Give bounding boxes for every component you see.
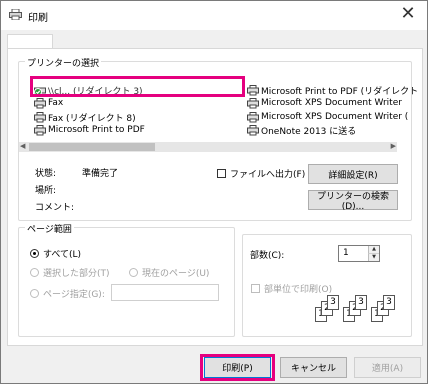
printer-group-label: プリンターの選択 xyxy=(25,56,102,69)
spin-up-icon[interactable]: ▲ xyxy=(368,246,379,254)
comment-label: コメント: xyxy=(35,203,75,213)
details-button[interactable]: 詳細設定(R) xyxy=(308,164,398,184)
collate-page: 3 xyxy=(383,295,395,310)
title-bar: 印刷 ✕ xyxy=(1,1,427,30)
printer-icon xyxy=(247,97,259,108)
printer-item[interactable]: Microsoft XPS Document Writer xyxy=(247,97,402,109)
collate-page: 3 xyxy=(355,295,367,310)
selected-printer-highlight xyxy=(30,76,245,97)
printer-item[interactable]: Fax xyxy=(34,97,63,109)
printer-name: Microsoft Print to PDF xyxy=(48,125,145,135)
print-to-file-checkbox[interactable] xyxy=(217,169,226,178)
range-pages-label[interactable]: ページ指定(G): xyxy=(43,287,105,300)
printer-item[interactable]: Microsoft Print to PDF xyxy=(34,124,145,136)
printer-icon xyxy=(34,111,46,122)
range-current-radio[interactable] xyxy=(129,268,138,277)
copies-label: 部数(C): xyxy=(250,251,285,261)
printer-name: Microsoft XPS Document Writer ( xyxy=(261,112,409,122)
location-label: 場所: xyxy=(35,186,57,196)
printer-item[interactable]: Fax (リダイレクト 8) xyxy=(34,111,136,124)
printer-icon xyxy=(247,111,259,122)
printer-name: Microsoft XPS Document Writer xyxy=(261,98,402,108)
page-range-label: ページ範囲 xyxy=(25,222,74,235)
range-current-label[interactable]: 現在のページ(U) xyxy=(142,266,209,279)
close-icon[interactable]: ✕ xyxy=(397,3,419,25)
print-to-file-label[interactable]: ファイルへ出力(F) xyxy=(230,167,305,180)
window-title: 印刷 xyxy=(28,13,48,24)
collate-label[interactable]: 部単位で印刷(O) xyxy=(264,282,332,295)
scroll-right-arrow-icon[interactable]: ▶ xyxy=(391,142,396,150)
spin-down-icon[interactable]: ▼ xyxy=(368,254,379,261)
copies-value[interactable]: 1 xyxy=(343,248,349,258)
range-all-radio[interactable] xyxy=(30,249,39,258)
range-all-label[interactable]: すべて(L) xyxy=(43,247,81,260)
status-value: 準備完了 xyxy=(82,169,119,179)
scrollbar-thumb[interactable] xyxy=(29,143,155,151)
cancel-button[interactable]: キャンセル xyxy=(280,357,347,378)
status-label: 状態: xyxy=(35,169,57,179)
printer-name: Microsoft Print to PDF (リダイレクト xyxy=(261,86,419,97)
print-button-highlight xyxy=(200,354,275,381)
collate-checkbox[interactable] xyxy=(251,284,260,293)
printer-icon xyxy=(34,124,46,135)
print-dialog: 印刷 ✕ プリンターの選択 ページ範囲 \\cl... (リダイレクト 3) F… xyxy=(0,0,428,384)
printer-list-scrollbar[interactable]: ◀ ▶ xyxy=(19,142,397,152)
printer-item[interactable]: Microsoft XPS Document Writer ( xyxy=(247,111,408,123)
range-selection-label[interactable]: 選択した部分(T) xyxy=(43,266,110,279)
printer-icon xyxy=(34,97,46,108)
page-range-group: ページ範囲 xyxy=(18,222,235,337)
copies-stepper[interactable]: 1 ▲ ▼ xyxy=(338,245,380,262)
range-pages-radio[interactable] xyxy=(30,289,39,298)
collate-page: 3 xyxy=(327,295,339,310)
range-selection-radio[interactable] xyxy=(30,268,39,277)
printer-name: Fax (リダイレクト 8) xyxy=(48,113,136,124)
page-range-input[interactable] xyxy=(111,284,219,301)
onenote-printer-icon xyxy=(247,124,259,135)
printer-item[interactable]: Microsoft Print to PDF (リダイレクト xyxy=(247,84,419,97)
tab-general[interactable] xyxy=(7,34,53,49)
scroll-left-arrow-icon[interactable]: ◀ xyxy=(20,142,25,150)
printer-name: Fax xyxy=(48,98,64,108)
printer-item[interactable]: OneNote 2013 に送る xyxy=(247,124,357,137)
printer-icon xyxy=(9,9,22,20)
find-printer-button[interactable]: プリンターの検索(D)... xyxy=(308,190,398,212)
apply-button[interactable]: 適用(A) xyxy=(354,357,421,378)
printer-name: OneNote 2013 に送る xyxy=(261,126,357,137)
printer-icon xyxy=(247,84,259,95)
collate-preview: 1 2 3 1 2 3 1 2 3 xyxy=(315,295,395,323)
